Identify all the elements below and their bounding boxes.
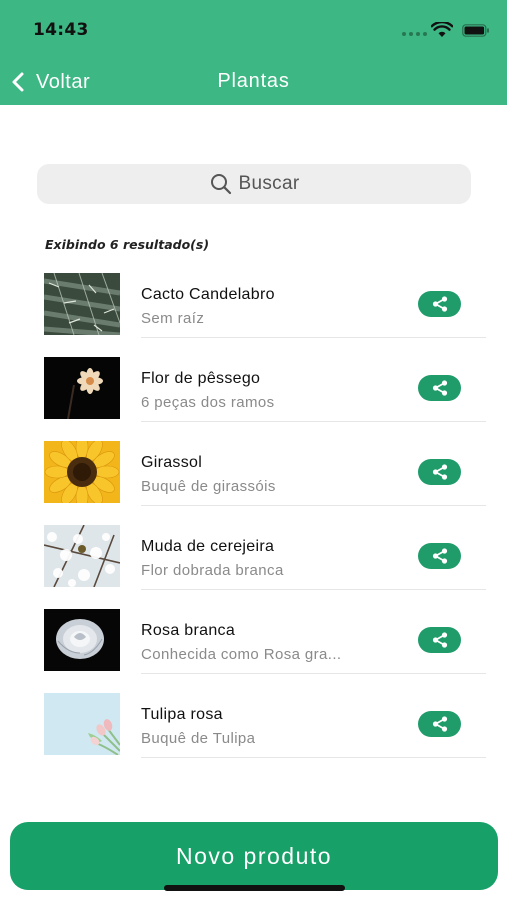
divider	[141, 673, 486, 674]
list-item[interactable]: Cacto Candelabro Sem raíz	[0, 268, 507, 352]
item-name: Flor de pêssego	[141, 370, 261, 387]
cellular-signal-icon	[402, 32, 427, 36]
list-item[interactable]: Muda de cerejeira Flor dobrada branca	[0, 520, 507, 604]
list-item[interactable]: Tulipa rosa Buquê de Tulipa	[0, 688, 507, 772]
share-button[interactable]	[418, 375, 461, 401]
item-name: Tulipa rosa	[141, 706, 223, 723]
new-product-button[interactable]: Novo produto	[10, 822, 498, 890]
white-rose-photo	[44, 609, 120, 671]
pink-tulip-photo	[44, 693, 120, 755]
share-button[interactable]	[418, 543, 461, 569]
share-button[interactable]	[418, 711, 461, 737]
share-icon	[432, 464, 447, 480]
page-title: Plantas	[217, 70, 290, 92]
share-icon	[432, 716, 447, 732]
divider	[141, 421, 486, 422]
status-bar: 14:43	[0, 0, 507, 60]
divider	[141, 589, 486, 590]
share-icon	[432, 632, 447, 648]
search-placeholder: Buscar	[238, 173, 300, 194]
share-icon	[432, 380, 447, 396]
item-description: Sem raíz	[141, 310, 205, 327]
share-button[interactable]	[418, 627, 461, 653]
cherry-blossom-photo	[44, 525, 120, 587]
wifi-icon	[431, 22, 453, 37]
divider	[141, 505, 486, 506]
peach-flower-photo	[44, 357, 120, 419]
results-count: Exibindo 6 resultado(s)	[45, 237, 210, 252]
search-icon	[210, 174, 231, 195]
list-item[interactable]: Rosa branca Conhecida como Rosa gra...	[0, 604, 507, 688]
battery-icon	[462, 24, 489, 37]
new-product-label: Novo produto	[175, 842, 333, 869]
item-description: Buquê de girassóis	[141, 478, 276, 495]
item-name: Muda de cerejeira	[141, 538, 275, 555]
list-item[interactable]: Girassol Buquê de girassóis	[0, 436, 507, 520]
search-input[interactable]: Buscar	[37, 164, 471, 204]
item-name: Cacto Candelabro	[141, 286, 275, 303]
item-name: Rosa branca	[141, 622, 236, 639]
item-description: 6 peças dos ramos	[141, 394, 275, 411]
status-time: 14:43	[33, 20, 89, 40]
item-name: Girassol	[141, 454, 203, 471]
share-icon	[432, 296, 447, 312]
list-item[interactable]: Flor de pêssego 6 peças dos ramos	[0, 352, 507, 436]
divider	[141, 757, 486, 758]
item-description: Conhecida como Rosa gra...	[141, 646, 342, 663]
item-description: Buquê de Tulipa	[141, 730, 256, 747]
share-button[interactable]	[418, 291, 461, 317]
header: 14:43 Voltar Plantas	[0, 0, 507, 105]
share-icon	[432, 548, 447, 564]
sunflower-photo	[44, 441, 120, 503]
item-description: Flor dobrada branca	[141, 562, 284, 579]
share-button[interactable]	[418, 459, 461, 485]
home-indicator[interactable]	[164, 885, 345, 891]
navigation-bar: Voltar Plantas	[0, 60, 507, 105]
divider	[141, 337, 486, 338]
cactus-photo	[44, 273, 120, 335]
